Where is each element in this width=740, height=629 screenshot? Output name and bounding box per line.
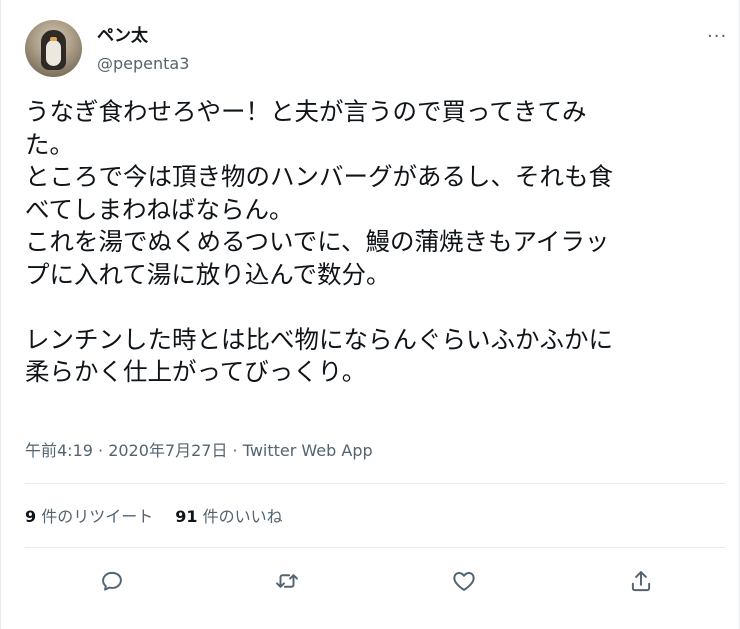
likes-label: 件のいいね <box>202 507 283 526</box>
user-handle[interactable]: @pepenta3 <box>97 54 189 74</box>
retweet-icon <box>276 574 298 588</box>
retweet-button[interactable] <box>274 568 300 594</box>
more-options-icon[interactable]: ··· <box>707 28 727 46</box>
retweets-stat[interactable]: 9 件のリツイート <box>25 507 153 526</box>
tweet-actions <box>1 560 740 600</box>
tweet-text-line: うなぎ食わせろやー！と夫が言うので買ってきてみ <box>25 97 587 126</box>
tweet-text-line: ところで今は頂き物のハンバーグがあるし、それも食 <box>25 162 613 191</box>
tweet-text-line: べてしまわねばならん。 <box>25 194 294 224</box>
like-icon <box>453 572 475 591</box>
tweet-text-line: 柔らかく仕上がってびっくり。 <box>25 357 367 386</box>
reply-button[interactable] <box>99 568 125 594</box>
tweet-stats: 9 件のリツイート 91 件のいいね <box>25 506 283 528</box>
tweet-text-line: これを湯でぬくめるついでに、鰻の蒲焼きもアイラッ <box>25 227 610 256</box>
divider <box>25 483 725 484</box>
share-icon <box>631 571 651 592</box>
share-button[interactable] <box>628 568 654 594</box>
likes-stat[interactable]: 91 件のいいね <box>175 507 282 526</box>
likes-count: 91 <box>175 507 198 526</box>
tweet-text-line: レンチンした時とは比べ物にならんぐらいふかふかに <box>25 324 613 354</box>
avatar-penguin-belly <box>46 40 61 66</box>
like-button[interactable] <box>451 568 477 594</box>
retweets-count: 9 <box>25 507 37 526</box>
user-display-name[interactable]: ペン太 <box>97 26 148 46</box>
avatar[interactable] <box>25 20 82 77</box>
tweet-card: ペン太 @pepenta3 ··· うなぎ食わせろやー！と夫が言うので買ってきて… <box>0 0 740 629</box>
reply-icon <box>102 571 122 591</box>
tweet-text: うなぎ食わせろやー！と夫が言うので買ってきてみ た。 ところで今は頂き物のハンバ… <box>25 96 725 389</box>
retweets-label: 件のリツイート <box>41 507 154 526</box>
tweet-text-line: た。 <box>25 129 74 159</box>
divider <box>25 547 725 548</box>
tweet-text-line: プに入れて湯に放り込んで数分。 <box>25 259 391 289</box>
avatar-penguin-beak <box>50 37 57 41</box>
tweet-timestamp-source[interactable]: 午前4:19 · 2020年7月27日 · Twitter Web App <box>25 440 373 462</box>
